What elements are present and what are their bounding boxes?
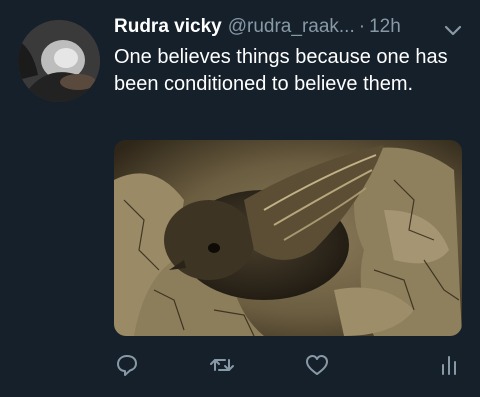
tweet-image[interactable] bbox=[114, 140, 462, 336]
avatar[interactable] bbox=[18, 20, 100, 102]
chevron-down-icon[interactable] bbox=[444, 24, 462, 36]
tweet-actions bbox=[114, 352, 462, 382]
heart-icon[interactable] bbox=[304, 352, 330, 378]
separator-dot: · bbox=[358, 16, 366, 37]
tweet-header: Rudra vicky @rudra_raak... · 12h bbox=[114, 16, 401, 42]
analytics-icon[interactable] bbox=[436, 352, 462, 378]
tweet-card[interactable]: Rudra vicky @rudra_raak... · 12h One bel… bbox=[0, 0, 480, 397]
author-handle[interactable]: @rudra_raak... bbox=[228, 16, 355, 38]
retweet-icon[interactable] bbox=[209, 352, 235, 378]
timestamp[interactable]: 12h bbox=[369, 16, 401, 38]
reply-icon[interactable] bbox=[114, 352, 140, 378]
avatar-photo bbox=[18, 20, 100, 102]
bird-in-hands-image bbox=[114, 140, 462, 336]
tweet-text: One believes things because one has been… bbox=[114, 46, 448, 95]
author-name[interactable]: Rudra vicky bbox=[114, 16, 222, 38]
